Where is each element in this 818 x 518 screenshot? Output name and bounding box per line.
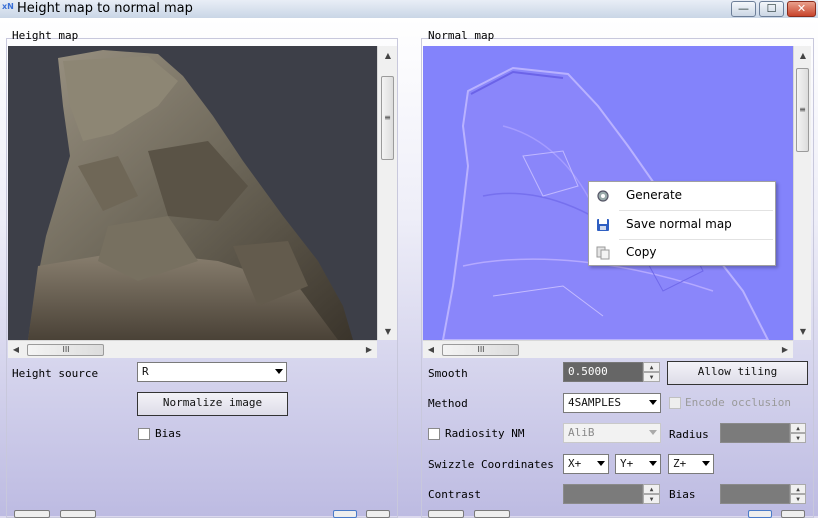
scroll-grip-icon: ≡ xyxy=(384,113,391,122)
bottom-button[interactable] xyxy=(781,510,805,518)
scroll-down-arrow-icon[interactable]: ▼ xyxy=(797,326,809,338)
bottom-button[interactable] xyxy=(366,510,390,518)
method-value: 4SAMPLES xyxy=(568,396,621,409)
spin-down-icon[interactable]: ▼ xyxy=(643,372,660,382)
bias-label: Bias xyxy=(155,427,182,440)
spin-up-icon[interactable]: ▲ xyxy=(790,423,806,433)
bottom-button[interactable] xyxy=(474,510,510,518)
smooth-label: Smooth xyxy=(428,367,468,380)
menu-item-label: Generate xyxy=(626,188,683,202)
swizzle-z-dropdown[interactable]: Z+ xyxy=(668,454,714,474)
chevron-down-icon xyxy=(702,461,710,466)
swizzle-x-value: X+ xyxy=(568,457,582,470)
close-button[interactable]: ✕ xyxy=(787,1,816,17)
scroll-left-arrow-icon[interactable]: ◀ xyxy=(425,344,437,356)
height-source-value: R xyxy=(142,365,149,378)
bottom-button[interactable] xyxy=(333,510,357,518)
bottom-button[interactable] xyxy=(14,510,50,518)
scroll-grip-icon: ≡ xyxy=(799,105,806,114)
encode-occlusion-checkbox[interactable] xyxy=(669,397,681,409)
scroll-grip-icon: III xyxy=(477,345,485,354)
maximize-button[interactable]: ☐ xyxy=(759,1,784,17)
main-client-area: Height map ▲ ≡ ▼ ◀ III ▶ Height source R… xyxy=(0,18,818,518)
swizzle-y-value: Y+ xyxy=(620,457,634,470)
encode-occlusion-label: Encode occlusion xyxy=(685,396,791,409)
scroll-up-arrow-icon[interactable]: ▲ xyxy=(382,50,394,62)
scroll-up-arrow-icon[interactable]: ▲ xyxy=(797,50,809,62)
floppy-disk-icon xyxy=(597,219,609,231)
bottom-button[interactable] xyxy=(60,510,96,518)
contrast-label: Contrast xyxy=(428,488,481,501)
normal-map-vertical-scrollbar[interactable]: ▲ ≡ ▼ xyxy=(793,46,811,340)
height-map-vertical-scrollbar[interactable]: ▲ ≡ ▼ xyxy=(377,46,397,340)
normal-map-label: Normal map xyxy=(428,29,495,42)
radius-label: Radius xyxy=(669,428,709,441)
allow-tiling-button[interactable]: Allow tiling xyxy=(667,361,808,385)
spin-down-icon[interactable]: ▼ xyxy=(643,494,660,504)
spin-down-icon[interactable]: ▼ xyxy=(790,433,806,443)
spin-up-icon[interactable]: ▲ xyxy=(643,484,660,494)
menu-item-label: Save normal map xyxy=(626,217,732,231)
rock-image xyxy=(28,50,353,340)
scroll-down-arrow-icon[interactable]: ▼ xyxy=(382,326,394,338)
menu-item-save-normal-map[interactable]: Save normal map xyxy=(589,211,775,239)
normal-map-horizontal-scrollbar[interactable]: ◀ III ▶ xyxy=(423,340,793,358)
swizzle-x-dropdown[interactable]: X+ xyxy=(563,454,609,474)
radiosity-nm-checkbox[interactable] xyxy=(428,428,440,440)
chevron-down-icon xyxy=(597,461,605,466)
scroll-left-arrow-icon[interactable]: ◀ xyxy=(10,344,22,356)
height-map-label: Height map xyxy=(12,29,79,42)
chevron-down-icon xyxy=(275,369,283,374)
chevron-down-icon xyxy=(649,400,657,405)
window-title: Height map to normal map xyxy=(17,1,193,16)
menu-item-label: Copy xyxy=(626,245,657,259)
contrast-input[interactable] xyxy=(563,484,643,504)
height-source-label: Height source xyxy=(12,367,99,380)
normal-bias-input[interactable] xyxy=(720,484,790,504)
title-bar[interactable]: xN Height map to normal map — ☐ ✕ xyxy=(0,0,818,18)
radiosity-dropdown[interactable]: AliB xyxy=(563,423,661,443)
menu-item-generate[interactable]: Generate xyxy=(589,182,775,210)
swizzle-coordinates-label: Swizzle Coordinates xyxy=(428,458,554,471)
gear-icon xyxy=(597,190,609,202)
height-map-image[interactable] xyxy=(8,46,377,340)
bottom-button[interactable] xyxy=(748,510,772,518)
context-menu: Generate Save normal map Copy xyxy=(588,181,776,266)
copy-icon xyxy=(596,246,610,260)
height-map-horizontal-scrollbar[interactable]: ◀ III ▶ xyxy=(8,340,377,358)
height-source-dropdown[interactable]: R xyxy=(137,362,287,382)
swizzle-y-dropdown[interactable]: Y+ xyxy=(615,454,661,474)
bias-checkbox[interactable] xyxy=(138,428,150,440)
bottom-button[interactable] xyxy=(428,510,464,518)
method-dropdown[interactable]: 4SAMPLES xyxy=(563,393,661,413)
spin-up-icon[interactable]: ▲ xyxy=(790,484,806,494)
app-logo-icon: xN xyxy=(2,2,14,11)
minimize-button[interactable]: — xyxy=(731,1,756,17)
spin-down-icon[interactable]: ▼ xyxy=(790,494,806,504)
chevron-down-icon xyxy=(649,430,657,435)
method-label: Method xyxy=(428,397,468,410)
swizzle-z-value: Z+ xyxy=(673,457,687,470)
chevron-down-icon xyxy=(649,461,657,466)
scroll-grip-icon: III xyxy=(62,345,70,354)
radiosity-value: AliB xyxy=(568,426,595,439)
menu-item-copy[interactable]: Copy xyxy=(589,239,775,267)
radiosity-nm-label: Radiosity NM xyxy=(445,427,525,440)
normal-bias-label: Bias xyxy=(669,488,696,501)
scroll-right-arrow-icon[interactable]: ▶ xyxy=(363,344,375,356)
spin-up-icon[interactable]: ▲ xyxy=(643,362,660,372)
smooth-input[interactable]: 0.5000 xyxy=(563,362,643,382)
scroll-right-arrow-icon[interactable]: ▶ xyxy=(779,344,791,356)
normalize-image-button[interactable]: Normalize image xyxy=(137,392,288,416)
radius-input[interactable] xyxy=(720,423,790,443)
